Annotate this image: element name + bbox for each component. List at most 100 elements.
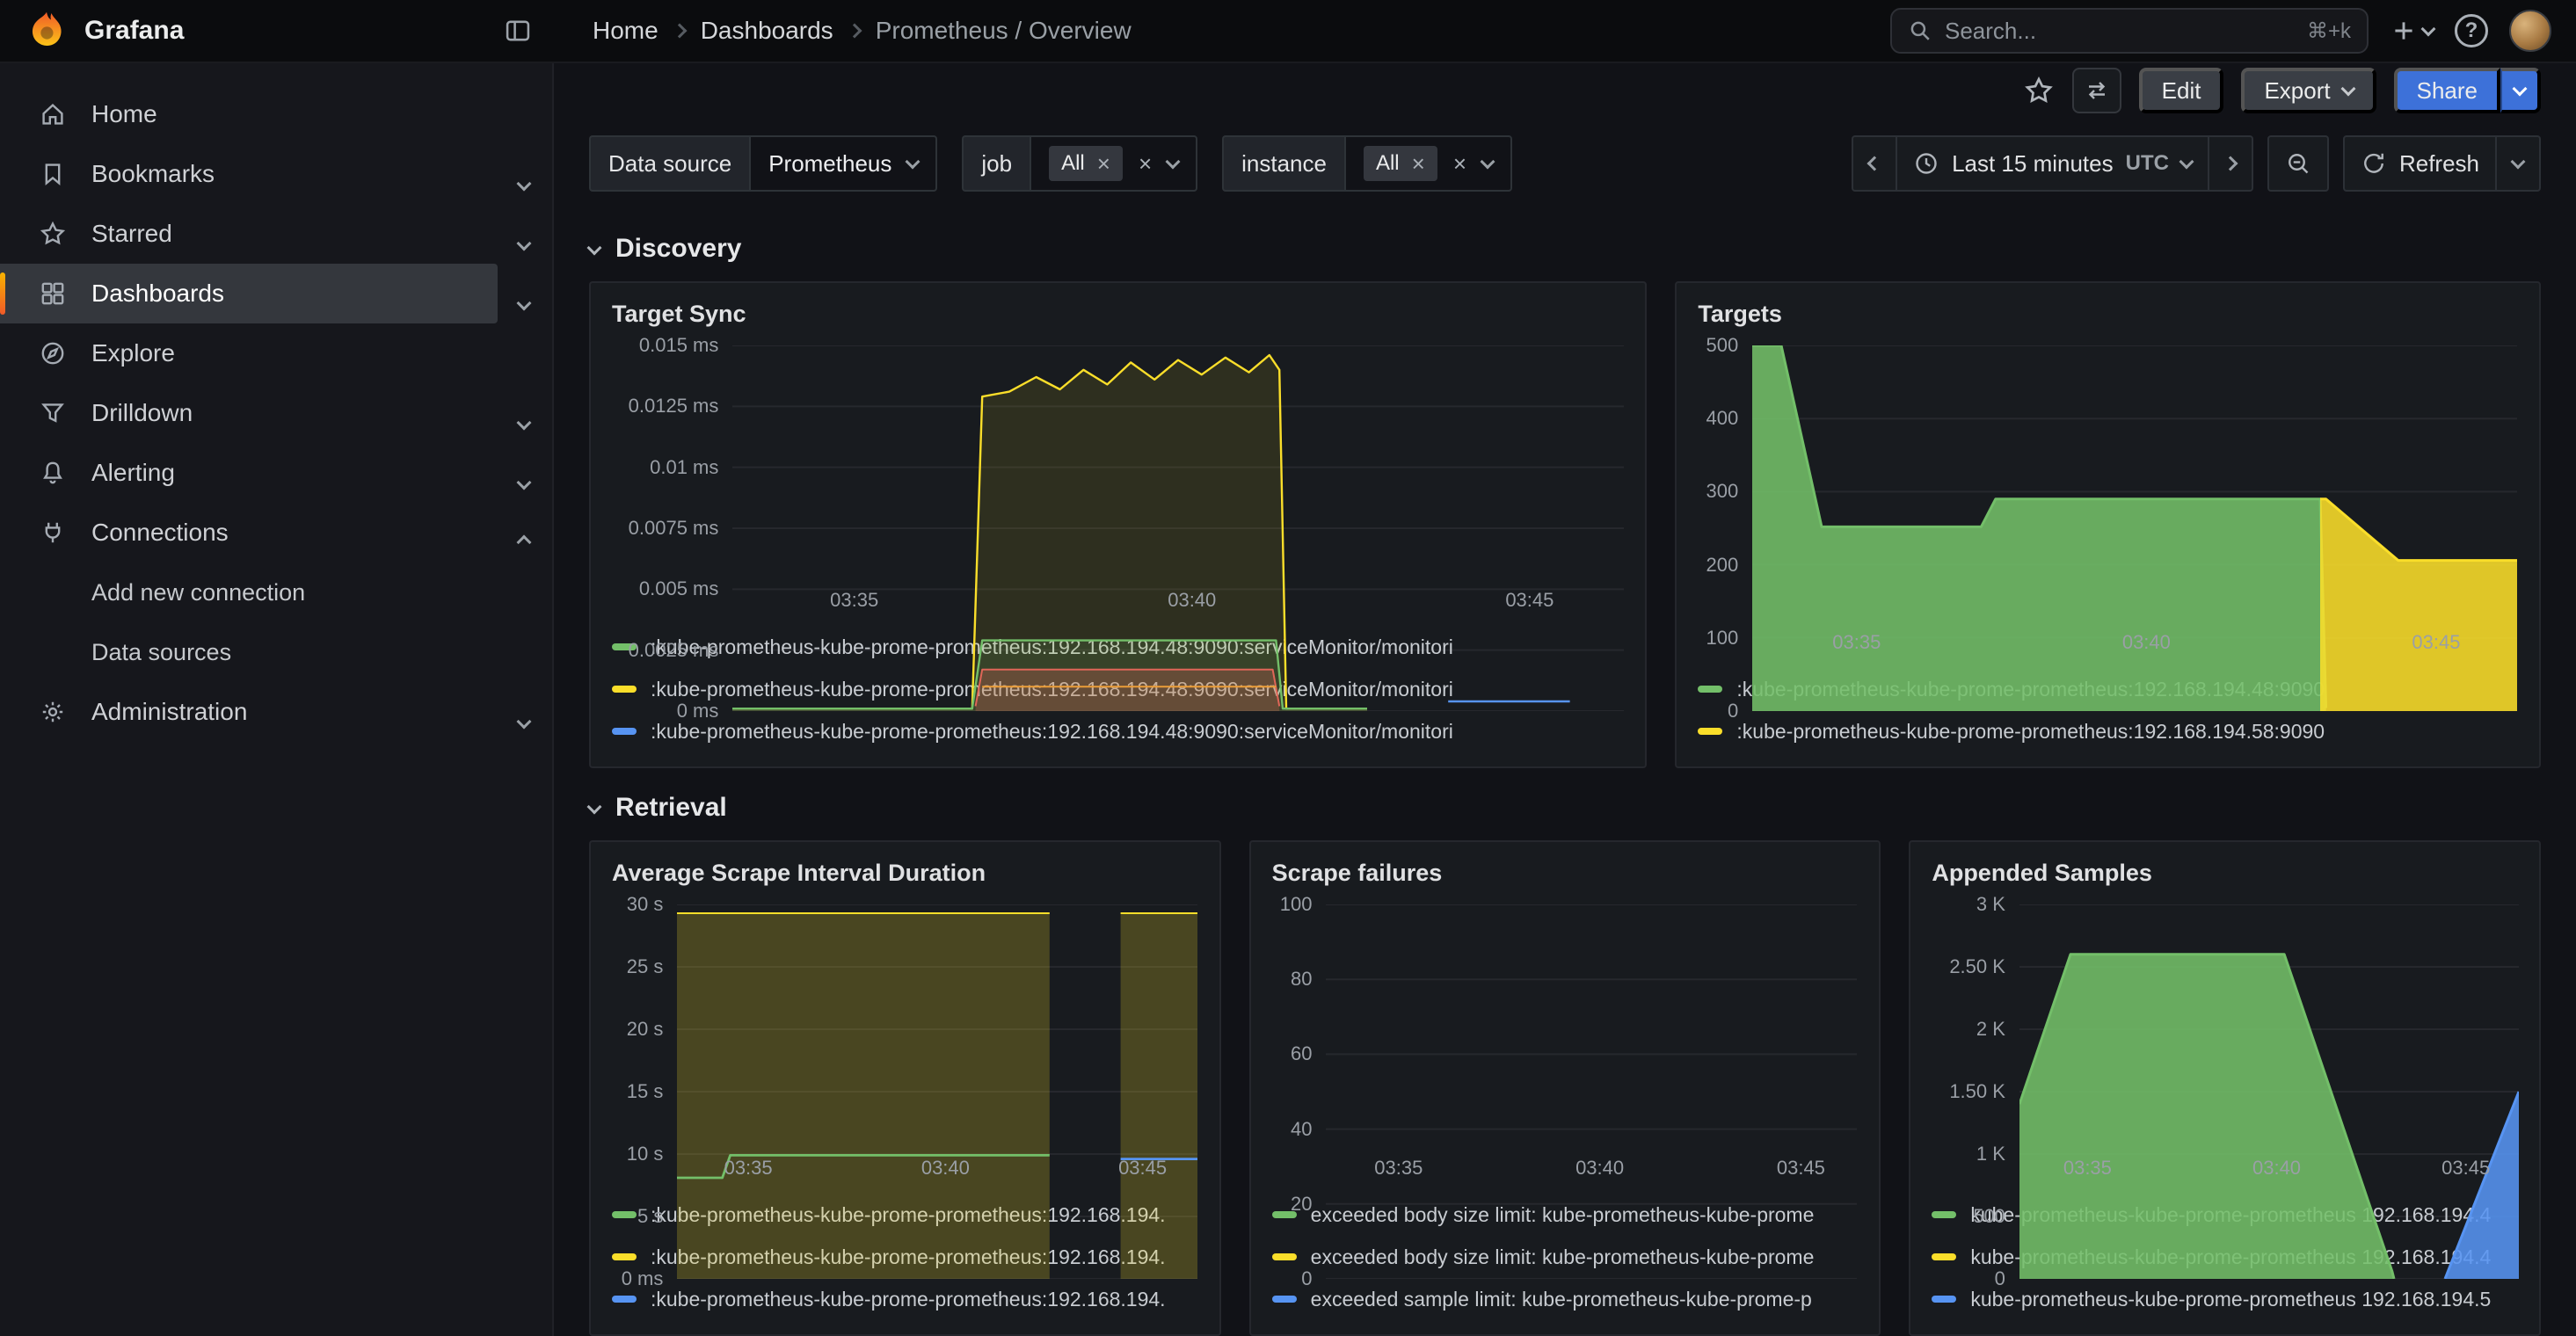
favorite-star-icon[interactable]: [2023, 75, 2055, 106]
export-button[interactable]: Export: [2241, 68, 2376, 113]
y-axis: 020406080100: [1272, 904, 1327, 1151]
sidebar-item-bookmarks[interactable]: Bookmarks: [0, 144, 498, 204]
chevron-down-icon[interactable]: [519, 227, 529, 255]
chevron-down-icon: [587, 800, 602, 815]
x-axis-label: 03:45: [1118, 1157, 1167, 1180]
chevron-right-icon: [849, 25, 860, 36]
edit-button[interactable]: Edit: [2139, 68, 2224, 113]
legend-item[interactable]: :kube-prometheus-kube-prome-prometheus:1…: [1698, 710, 2518, 752]
legend-item[interactable]: kube-prometheus-kube-prome-prometheus 19…: [1932, 1278, 2518, 1320]
legend-item[interactable]: :kube-prometheus-kube-prome-prometheus:1…: [612, 710, 1624, 752]
sidebar-item-label: Administration: [91, 698, 247, 726]
panel-target-sync: Target Sync 0 ms0.0025 ms0.005 ms0.0075 …: [589, 281, 1647, 768]
chevron-down-icon[interactable]: [519, 167, 529, 195]
y-axis-label: 200: [1706, 554, 1738, 577]
sidebar-item-label: Connections: [91, 519, 229, 547]
chart-canvas[interactable]: [732, 345, 1624, 711]
instance-value: All: [1376, 151, 1400, 176]
sidebar-item-home[interactable]: Home: [0, 84, 498, 144]
legend-item[interactable]: :kube-prometheus-kube-prome-prometheus:1…: [612, 1278, 1198, 1320]
chevron-down-icon[interactable]: [519, 287, 529, 315]
sidebar-item-drilldown[interactable]: Drilldown: [0, 383, 498, 443]
y-axis-label: 0: [1301, 1267, 1312, 1290]
share-options-button[interactable]: [2500, 68, 2541, 113]
sidebar-item-data-sources[interactable]: Data sources: [0, 622, 498, 682]
gear-icon: [39, 698, 67, 726]
refresh-interval-button[interactable]: [2495, 135, 2541, 192]
star-icon: [39, 220, 67, 248]
sidebar-item-dashboards[interactable]: Dashboards: [0, 264, 498, 323]
sidebar-item-add-new-connection[interactable]: Add new connection: [0, 563, 498, 622]
chart-plot-area[interactable]: [2019, 904, 2518, 1151]
compass-icon: [39, 339, 67, 367]
legend-series-label: kube-prometheus-kube-prome-prometheus 19…: [1970, 1288, 2491, 1311]
section-retrieval[interactable]: Retrieval: [554, 768, 2576, 840]
sidebar-item-alerting[interactable]: Alerting: [0, 443, 498, 503]
chart-canvas[interactable]: [677, 904, 1197, 1279]
datasource-value: Prometheus: [768, 150, 891, 178]
chevron-up-icon[interactable]: [519, 526, 529, 554]
sidebar-item-explore[interactable]: Explore: [0, 323, 498, 383]
clear-filter-icon[interactable]: ×: [1139, 152, 1152, 175]
sidebar-toggle-icon[interactable]: [503, 16, 533, 46]
chart-plot-area[interactable]: [1326, 904, 1858, 1151]
legend-series-marker: [612, 686, 637, 693]
panel-row-retrieval: Average Scrape Interval Duration 0 ms5 s…: [554, 840, 2576, 1336]
share-button[interactable]: Share: [2394, 68, 2500, 113]
grafana-logo-icon[interactable]: [25, 9, 69, 53]
y-axis: 0 ms5 s10 s15 s20 s25 s30 s: [612, 904, 677, 1151]
chart-plot-area[interactable]: [1752, 345, 2518, 626]
time-shift-forward-button[interactable]: [2208, 135, 2253, 192]
panel-title: Scrape failures: [1272, 860, 1859, 887]
datasource-picker[interactable]: Data source Prometheus: [589, 135, 937, 192]
x-axis-label: 03:35: [830, 589, 878, 612]
nav-left: Grafana: [0, 9, 554, 53]
y-axis-label: 20 s: [627, 1018, 664, 1041]
question-mark-icon: ?: [2455, 14, 2488, 47]
search-input[interactable]: [1945, 18, 2295, 45]
x-axis: 03:3503:4003:45: [732, 584, 1624, 615]
view-mode-toggle-icon[interactable]: [2072, 68, 2121, 113]
instance-value-tag[interactable]: All ×: [1364, 146, 1437, 181]
remove-tag-icon[interactable]: ×: [1412, 152, 1425, 175]
user-avatar[interactable]: [2509, 10, 2551, 52]
x-axis: 03:3503:4003:45: [1326, 1151, 1858, 1183]
search-box[interactable]: ⌘+k: [1890, 8, 2369, 54]
chevron-down-icon[interactable]: [519, 705, 529, 733]
targets-chart: 0100200300400500 03:3503:4003:45 :kube-p…: [1698, 345, 2518, 752]
x-axis-label: 03:45: [1505, 589, 1554, 612]
instance-filter[interactable]: instance All× ×: [1222, 135, 1512, 192]
job-filter[interactable]: job All× ×: [962, 135, 1197, 192]
refresh-button[interactable]: Refresh: [2343, 135, 2497, 192]
chevron-down-icon[interactable]: [519, 466, 529, 494]
add-menu-button[interactable]: [2390, 17, 2434, 45]
x-axis-label: 03:45: [2412, 631, 2460, 654]
chart-plot-area[interactable]: [677, 904, 1197, 1151]
chevron-right-icon: [674, 25, 685, 36]
section-discovery[interactable]: Discovery: [554, 209, 2576, 281]
refresh-icon: [2361, 150, 2387, 177]
panel-appended-samples: Appended Samples 05001 K1.50 K2 K2.50 K3…: [1909, 840, 2541, 1336]
legend-series-label: exceeded sample limit: kube-prometheus-k…: [1311, 1288, 1812, 1311]
clear-filter-icon[interactable]: ×: [1453, 152, 1466, 175]
sidebar-item-connections[interactable]: Connections: [0, 503, 498, 563]
chevron-down-icon: [2421, 22, 2436, 37]
time-range-picker[interactable]: Last 15 minutes UTC: [1896, 135, 2209, 192]
legend-item[interactable]: exceeded sample limit: kube-prometheus-k…: [1272, 1278, 1859, 1320]
y-axis: 0100200300400500: [1698, 345, 1752, 626]
y-axis-label: 30 s: [627, 893, 664, 916]
chart-plot-area[interactable]: [732, 345, 1624, 584]
y-axis-label: 0.01 ms: [650, 456, 718, 479]
time-shift-back-button[interactable]: [1852, 135, 1897, 192]
sidebar-item-administration[interactable]: Administration: [0, 682, 498, 742]
breadcrumb-home[interactable]: Home: [593, 17, 659, 45]
job-value-tag[interactable]: All×: [1049, 146, 1123, 181]
chevron-down-icon[interactable]: [519, 406, 529, 434]
chart-canvas[interactable]: [1326, 904, 1857, 1279]
sidebar-item-starred[interactable]: Starred: [0, 204, 498, 264]
help-button[interactable]: ?: [2455, 14, 2488, 47]
zoom-out-button[interactable]: [2267, 135, 2329, 192]
chart-canvas[interactable]: [2019, 904, 2519, 1279]
breadcrumb-dashboards[interactable]: Dashboards: [701, 17, 833, 45]
remove-tag-icon[interactable]: ×: [1097, 152, 1110, 175]
